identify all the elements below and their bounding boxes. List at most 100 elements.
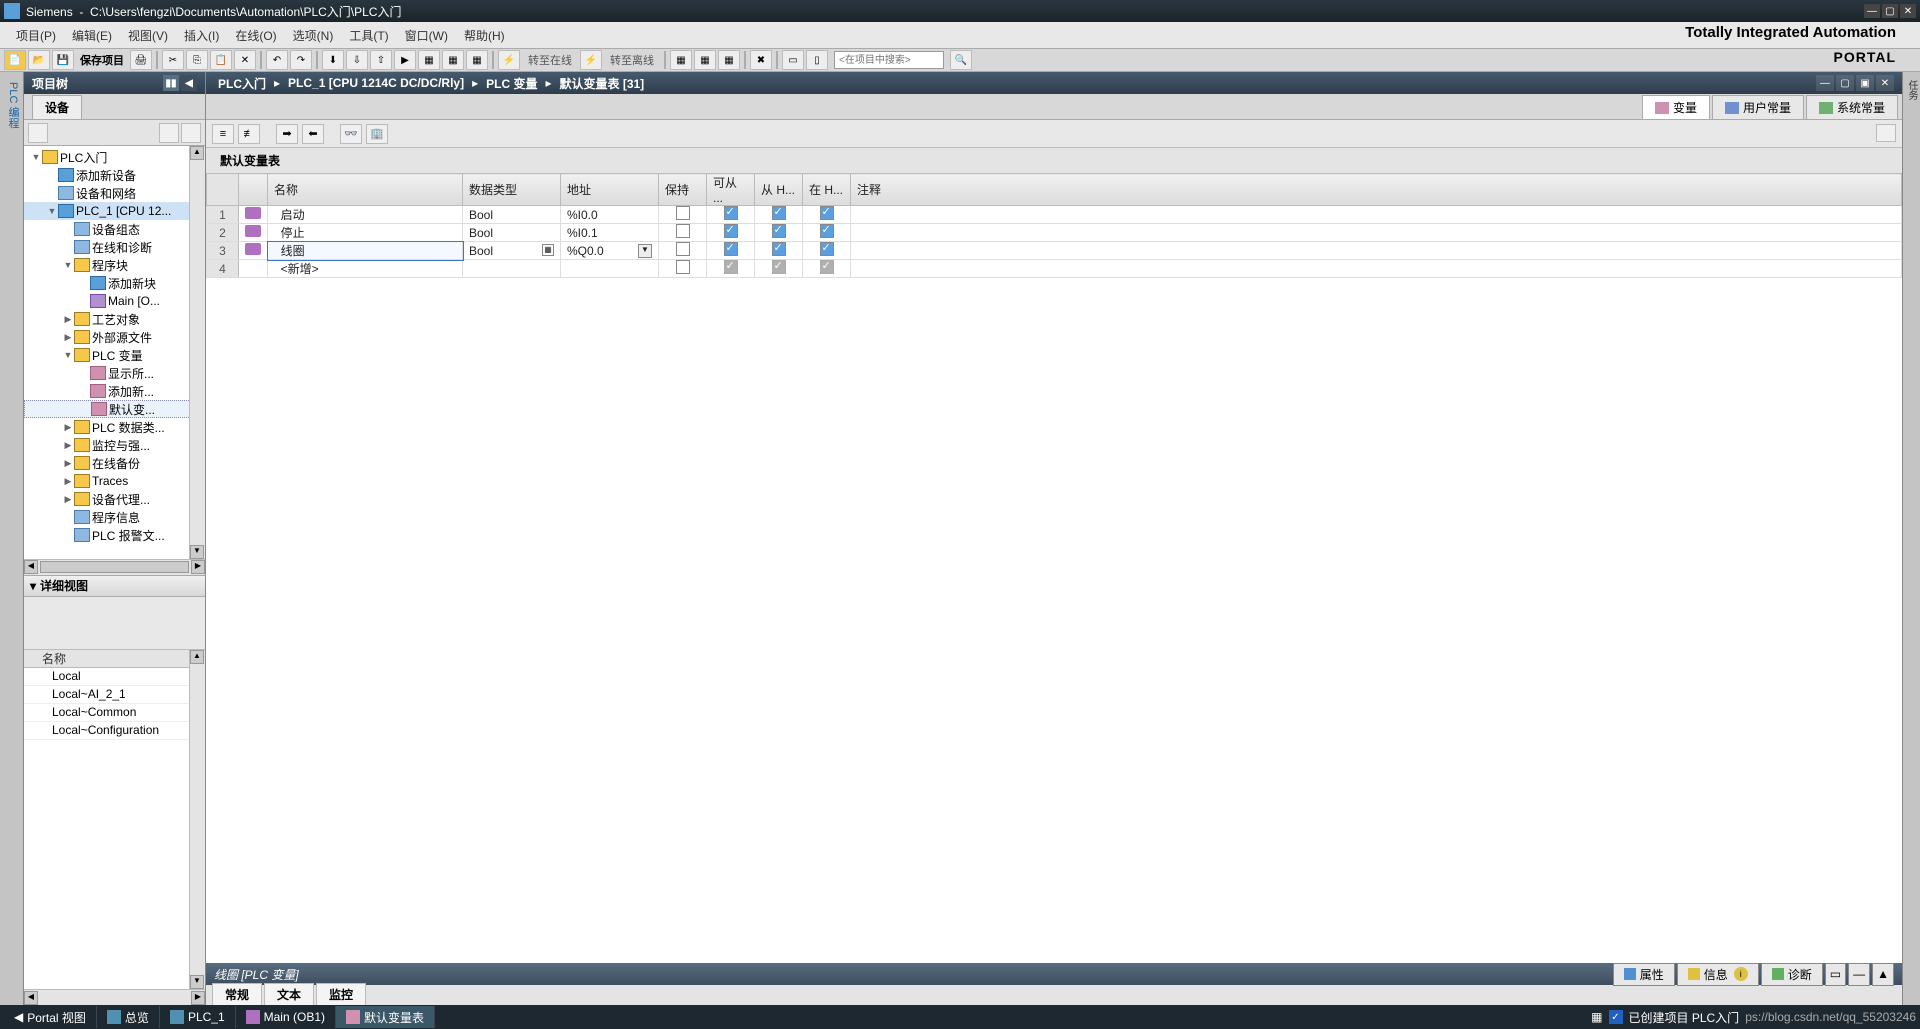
expand-icon[interactable]: ▶ [62, 440, 74, 451]
go-offline-icon[interactable]: ⚡ [580, 50, 602, 70]
retain-checkbox[interactable] [676, 260, 690, 274]
tb-icon-c[interactable]: ▦ [466, 50, 488, 70]
expand-icon[interactable]: ▶ [62, 476, 74, 487]
acc-checkbox[interactable] [724, 206, 738, 220]
wri-checkbox[interactable] [772, 206, 786, 220]
bc-part-4[interactable]: 默认变量表 [31] [556, 75, 649, 92]
hscroll-right-icon[interactable]: ▶ [191, 560, 205, 574]
portal-view-button[interactable]: ◀Portal 视图 [4, 1006, 97, 1028]
type-picker-icon[interactable]: ▦ [542, 244, 554, 256]
detail-scroll-up-icon[interactable]: ▲ [190, 650, 204, 664]
go-online-label[interactable]: 转至在线 [522, 52, 578, 68]
add-row[interactable]: 4 <新增> [207, 260, 1902, 278]
vis-checkbox[interactable] [820, 206, 834, 220]
tree-node[interactable]: ▶工艺对象 [24, 310, 205, 328]
col-wri[interactable]: 从 H... [755, 174, 803, 206]
editor-maximize-icon[interactable]: ▣ [1856, 75, 1874, 91]
bc-part-2[interactable]: PLC_1 [CPU 1214C DC/DC/Rly] [284, 76, 468, 90]
subtab-general[interactable]: 常规 [212, 983, 262, 1005]
var-row[interactable]: 1 启动Bool%I0.0 [207, 206, 1902, 224]
right-sidebar-tab[interactable]: 任务 [1903, 72, 1920, 108]
expand-icon[interactable]: ▼ [30, 152, 42, 162]
editor-close-icon[interactable]: ✕ [1876, 75, 1894, 91]
detail-hscroll-right-icon[interactable]: ▶ [191, 991, 205, 1005]
search-go-icon[interactable]: 🔍 [950, 50, 972, 70]
upload-icon[interactable]: ⇧ [370, 50, 392, 70]
col-name[interactable]: 名称 [268, 174, 463, 206]
vis-checkbox[interactable] [820, 260, 834, 274]
detail-row[interactable]: Local~Common [24, 704, 205, 722]
et-btn-3[interactable]: ➡ [276, 124, 298, 144]
subtab-monitor[interactable]: 监控 [316, 983, 366, 1005]
menu-view[interactable]: 视图(V) [120, 24, 176, 47]
delete-icon[interactable]: ✕ [234, 50, 256, 70]
tree-btn-1[interactable] [28, 123, 48, 143]
chevron-down-icon[interactable]: ▾ [30, 579, 36, 593]
tb-icon-g[interactable]: ✖ [750, 50, 772, 70]
et-btn-2[interactable]: ≢ [238, 124, 260, 144]
expand-icon[interactable]: ▼ [46, 206, 58, 216]
wri-checkbox[interactable] [772, 260, 786, 274]
tree-node[interactable]: 程序信息 [24, 508, 205, 526]
dropdown-icon[interactable]: ▼ [638, 244, 652, 258]
detail-row[interactable]: Local [24, 668, 205, 686]
expand-icon[interactable]: ▶ [62, 458, 74, 469]
menu-window[interactable]: 窗口(W) [397, 24, 456, 47]
hscroll-track[interactable] [40, 561, 189, 573]
hscroll-left-icon[interactable]: ◀ [24, 560, 38, 574]
menu-help[interactable]: 帮助(H) [456, 24, 513, 47]
left-sidebar-tab[interactable]: PLC 编程 [0, 72, 23, 138]
minimize-button[interactable]: — [1864, 4, 1880, 18]
et-btn-5[interactable]: 👓 [340, 124, 362, 144]
var-row[interactable]: 2 停止Bool%I0.1 [207, 224, 1902, 242]
tab-info[interactable]: 信息i [1677, 963, 1759, 986]
et-btn-4[interactable]: ⬅ [302, 124, 324, 144]
tree-node[interactable]: ▼程序块 [24, 256, 205, 274]
bp-restore-icon[interactable]: — [1848, 963, 1870, 986]
taskbar-plc1[interactable]: PLC_1 [160, 1006, 236, 1028]
tree-node[interactable]: ▶监控与强... [24, 436, 205, 454]
print-icon[interactable]: 🖨 [130, 50, 152, 70]
tree-node[interactable]: 在线和诊断 [24, 238, 205, 256]
panel-pin-icon[interactable]: ▮▮ [163, 75, 179, 91]
wri-checkbox[interactable] [772, 242, 786, 256]
save-label[interactable]: 保存项目 [76, 52, 128, 68]
menu-project[interactable]: 项目(P) [8, 24, 64, 47]
acc-checkbox[interactable] [724, 242, 738, 256]
tb-icon-e[interactable]: ▦ [694, 50, 716, 70]
devices-tab[interactable]: 设备 [32, 95, 82, 119]
bc-part-1[interactable]: PLC入门 [214, 75, 270, 92]
expand-icon[interactable]: ▼ [62, 260, 74, 270]
retain-checkbox[interactable] [676, 224, 690, 238]
var-row[interactable]: 3 线圈Bool ▦%Q0.0▼ [207, 242, 1902, 260]
search-input[interactable] [834, 51, 944, 69]
tree-node[interactable]: ▼PLC_1 [CPU 12... [24, 202, 205, 220]
taskbar-main[interactable]: Main (OB1) [236, 1006, 336, 1028]
tree-btn-3[interactable] [181, 123, 201, 143]
subtab-text[interactable]: 文本 [264, 983, 314, 1005]
tree-node[interactable]: 添加新... [24, 382, 205, 400]
new-project-icon[interactable]: 📄 [4, 50, 26, 70]
tree-node[interactable]: ▼PLC 变量 [24, 346, 205, 364]
tree-btn-2[interactable] [159, 123, 179, 143]
split-v-icon[interactable]: ▯ [806, 50, 828, 70]
open-project-icon[interactable]: 📂 [28, 50, 50, 70]
expand-icon[interactable]: ▶ [62, 314, 74, 325]
compile-icon[interactable]: ⬇ [322, 50, 344, 70]
sim-icon[interactable]: ▶ [394, 50, 416, 70]
close-button[interactable]: ✕ [1900, 4, 1916, 18]
tree-node[interactable]: Main [O... [24, 292, 205, 310]
et-btn-1[interactable]: ≡ [212, 124, 234, 144]
tree-node[interactable]: 设备和网络 [24, 184, 205, 202]
detail-row[interactable]: Local~AI_2_1 [24, 686, 205, 704]
scroll-down-icon[interactable]: ▼ [190, 545, 204, 559]
split-h-icon[interactable]: ▭ [782, 50, 804, 70]
et-btn-right[interactable] [1876, 124, 1896, 142]
vis-checkbox[interactable] [820, 242, 834, 256]
go-offline-label[interactable]: 转至离线 [604, 52, 660, 68]
redo-icon[interactable]: ↷ [290, 50, 312, 70]
tb-icon-a[interactable]: ▦ [418, 50, 440, 70]
expand-icon[interactable]: ▶ [62, 494, 74, 505]
editor-minimize-icon[interactable]: — [1816, 75, 1834, 91]
tree-node[interactable]: 添加新块 [24, 274, 205, 292]
